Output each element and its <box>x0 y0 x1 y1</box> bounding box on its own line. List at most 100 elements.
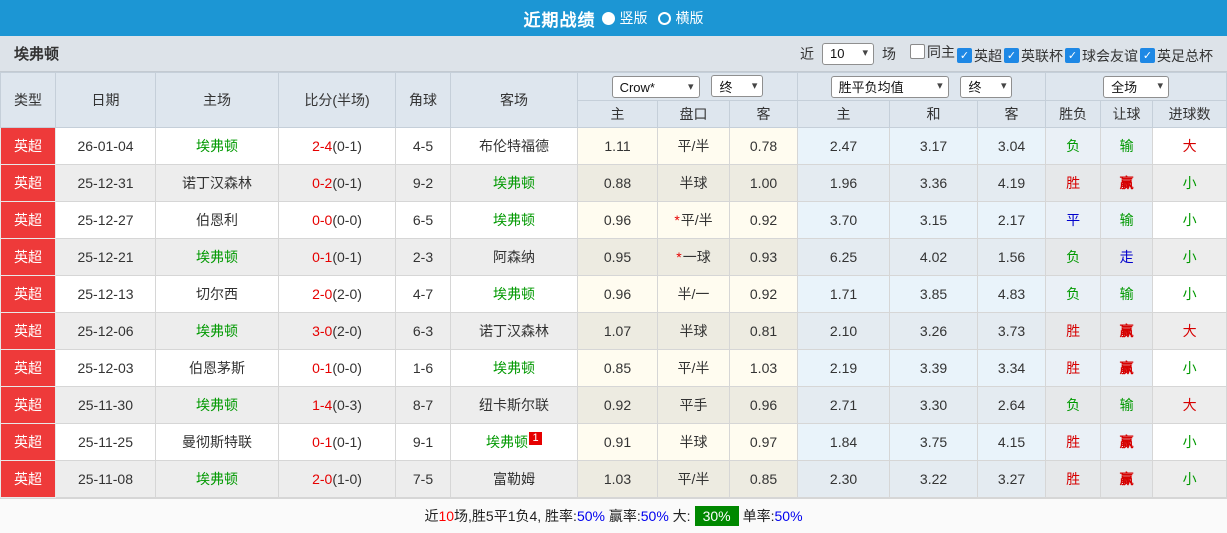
avg-home: 2.30 <box>797 460 891 498</box>
handicap-result: 赢 <box>1100 312 1154 350</box>
home-team: 埃弗顿 <box>155 312 279 350</box>
match-row: 英超 25-12-03 伯恩茅斯 0-1(0-0) 1-6 埃弗顿 0.85 平/半 1.03 2… <box>0 349 1227 387</box>
away-odds: 0.92 <box>728 201 799 239</box>
handicap: 半球 <box>657 312 730 350</box>
checkbox-label: 球会友谊 <box>1082 47 1138 64</box>
odds-company-select[interactable]: Crow* ▾ <box>611 76 700 98</box>
radio-unselected-icon <box>657 11 671 25</box>
checkbox-label: 英联杯 <box>1021 47 1063 64</box>
home-odds: 1.07 <box>577 312 658 350</box>
layout-option-vertical[interactable]: 竖版 <box>601 8 648 28</box>
layout-option-horizontal-label: 横版 <box>675 10 704 26</box>
checkbox-label: 英超 <box>974 47 1002 64</box>
filter-checkbox-4[interactable]: ✓ 球会友谊 <box>1065 46 1138 66</box>
match-row: 英超 25-11-08 埃弗顿 2-0(1-0) 7-5 富勒姆 1.03 平/半 0.85 2.… <box>0 460 1227 498</box>
handicap: 平/半 <box>657 349 730 387</box>
match-date: 25-11-30 <box>55 386 156 424</box>
filter-checkbox-1[interactable]: 同主 <box>910 42 955 62</box>
league-filter-checkboxes: 同主 ✓ 英超 ✓ 英联杯 ✓ 球会友谊 ✓ 英足总杯 <box>900 42 1213 66</box>
home-odds: 0.92 <box>577 386 658 424</box>
result: 胜 <box>1045 312 1102 350</box>
filter-checkbox-3[interactable]: ✓ 英联杯 <box>1004 46 1063 66</box>
chevron-down-icon: ▾ <box>862 47 868 59</box>
match-count-select[interactable]: 10 ▾ <box>822 42 874 65</box>
avg-home: 1.96 <box>797 164 891 202</box>
footer-text: 50% <box>774 508 803 524</box>
result: 胜 <box>1045 164 1102 202</box>
filter-bar: 埃弗顿 近 10 ▾ 场 同主 ✓ 英超 ✓ 英联杯 ✓ 球会友谊 ✓ 英足总杯 <box>0 36 1227 72</box>
score: 2-0(1-0) <box>278 460 396 498</box>
handicap: 平/半 <box>657 127 730 165</box>
avg-time-select[interactable]: 终 ▾ <box>960 75 1013 98</box>
league-badge: 英超 <box>0 201 56 239</box>
table-body: 英超 26-01-04 埃弗顿 2-4(0-1) 4-5 布伦特福德 1.11 平/半 0.78… <box>0 127 1227 498</box>
match-date: 25-11-25 <box>55 423 156 461</box>
avg-home: 1.71 <box>797 275 891 313</box>
subcol-odds-home: 主 <box>577 100 658 128</box>
home-team: 埃弗顿 <box>155 386 279 424</box>
scope-group-header: 全场 ▾ <box>1045 72 1227 101</box>
col-score: 比分(半场) <box>278 72 396 128</box>
away-odds: 0.92 <box>728 275 799 313</box>
subcol-avg-home: 主 <box>797 100 891 128</box>
checkbox-checked-icon: ✓ <box>957 48 972 63</box>
footer-text: 10 <box>438 508 455 524</box>
home-odds: 1.03 <box>577 460 658 498</box>
league-badge: 英超 <box>0 423 56 461</box>
chevron-down-icon: ▾ <box>751 79 758 92</box>
goals-result: 小 <box>1152 164 1227 202</box>
match-count-value: 10 <box>830 46 845 61</box>
footer-text: 50% <box>640 508 669 524</box>
corner-score: 1-6 <box>395 349 451 387</box>
avg-type-select[interactable]: 胜平负均值 ▾ <box>830 75 949 98</box>
odds-group-header: Crow* ▾ 终 ▾ <box>576 72 799 101</box>
match-row: 英超 25-11-30 埃弗顿 1-4(0-3) 8-7 纽卡斯尔联 0.92 平手 0.96 2… <box>0 386 1227 424</box>
filter-checkbox-5[interactable]: ✓ 英足总杯 <box>1140 46 1213 66</box>
handicap-result: 走 <box>1100 238 1154 276</box>
checkbox-label: 英足总杯 <box>1157 47 1213 64</box>
away-odds: 1.03 <box>728 349 799 387</box>
scope-value: 全场 <box>1111 80 1138 95</box>
away-team: 布伦特福德 <box>450 127 578 165</box>
match-date: 25-12-03 <box>55 349 156 387</box>
corner-score: 4-5 <box>395 127 451 165</box>
matches-label: 场 <box>882 45 896 62</box>
layout-option-horizontal[interactable]: 横版 <box>657 8 704 28</box>
table-header: 类型 日期 主场 比分(半场) 角球 客场 Crow* ▾ 终 ▾ 胜平负均值 … <box>0 72 1227 128</box>
match-date: 25-12-31 <box>55 164 156 202</box>
handicap-result: 赢 <box>1100 164 1154 202</box>
col-date: 日期 <box>55 72 156 128</box>
match-date: 26-01-04 <box>55 127 156 165</box>
footer-text: 50% <box>576 508 605 524</box>
result: 胜 <box>1045 349 1102 387</box>
checkbox-unchecked-icon <box>910 44 925 59</box>
odds-time-select[interactable]: 终 ▾ <box>711 75 764 97</box>
away-team: 埃弗顿 <box>450 349 578 387</box>
away-odds: 0.96 <box>728 386 799 424</box>
away-odds: 0.85 <box>728 460 799 498</box>
result: 负 <box>1045 238 1102 276</box>
handicap-result: 输 <box>1100 275 1154 313</box>
handicap-result: 输 <box>1100 201 1154 239</box>
home-team: 埃弗顿 <box>155 460 279 498</box>
score: 2-4(0-1) <box>278 127 396 165</box>
red-card-badge: 1 <box>529 432 542 446</box>
away-odds: 0.81 <box>728 312 799 350</box>
team-name: 埃弗顿 <box>14 46 60 63</box>
col-home: 主场 <box>155 72 279 128</box>
away-team: 埃弗顿 <box>450 164 578 202</box>
checkbox-checked-icon: ✓ <box>1140 48 1155 63</box>
footer-text: 场,胜5平1负4, 胜率: <box>454 508 577 524</box>
score: 0-2(0-1) <box>278 164 396 202</box>
avg-draw: 3.15 <box>889 201 979 239</box>
radio-selected-icon <box>601 11 615 25</box>
footer-text: 赢率: <box>604 508 641 524</box>
scope-select[interactable]: 全场 ▾ <box>1103 75 1170 98</box>
handicap-result: 输 <box>1100 127 1154 165</box>
filter-checkbox-2[interactable]: ✓ 英超 <box>957 46 1002 66</box>
col-type: 类型 <box>0 72 56 128</box>
col-corner: 角球 <box>395 72 451 128</box>
home-team: 曼彻斯特联 <box>155 423 279 461</box>
home-team: 伯恩茅斯 <box>155 349 279 387</box>
handicap-result: 赢 <box>1100 423 1154 461</box>
